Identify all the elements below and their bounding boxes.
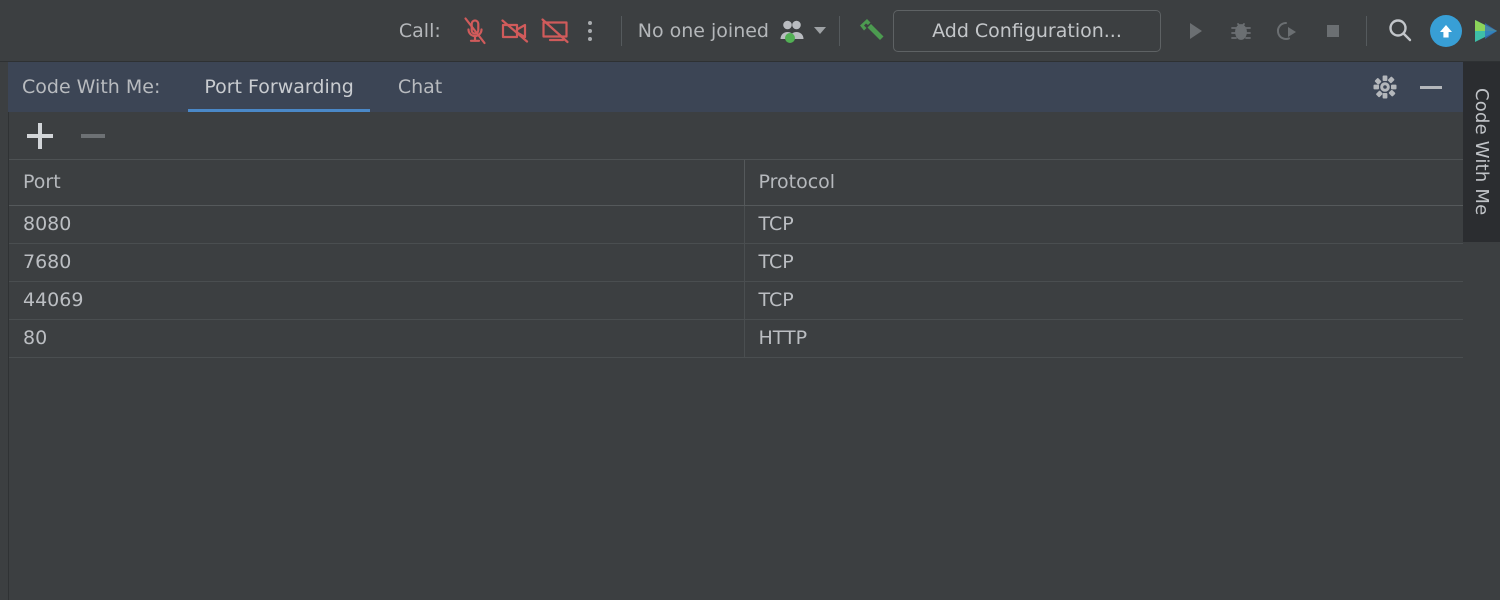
run-controls [1175, 11, 1353, 51]
table-row[interactable]: 8080 TCP [9, 205, 1463, 244]
table-header-row: Port Protocol [9, 160, 1463, 206]
cell-protocol[interactable]: TCP [744, 243, 1463, 282]
ide-logo-icon[interactable] [1468, 11, 1500, 51]
port-forwarding-panel: Port Protocol 8080 TCP 7680 TCP 44069 TC… [8, 112, 1463, 600]
tab-label: Port Forwarding [204, 76, 354, 98]
people-online-icon [780, 20, 804, 43]
dot [587, 36, 592, 41]
cell-protocol[interactable]: TCP [744, 205, 1463, 244]
table-row[interactable]: 44069 TCP [9, 281, 1463, 320]
port-forwarding-table: Port Protocol 8080 TCP 7680 TCP 44069 TC… [9, 160, 1463, 358]
sidebar-item-code-with-me[interactable]: Code With Me [1463, 62, 1500, 242]
tool-window-actions [1371, 62, 1463, 112]
minimize-icon[interactable] [1417, 73, 1445, 101]
gear-icon[interactable] [1371, 73, 1399, 101]
ide-window: Call: No one joined Add Configuration...… [0, 0, 1500, 600]
cell-port[interactable]: 8080 [9, 205, 745, 244]
debug-bug-icon[interactable] [1221, 11, 1261, 51]
minimize-glyph [1420, 85, 1442, 89]
participants-dropdown[interactable] [779, 18, 826, 44]
cell-port[interactable]: 44069 [9, 281, 745, 320]
column-header-protocol[interactable]: Protocol [744, 160, 1463, 206]
toolbar-separator [620, 15, 622, 46]
table-row[interactable]: 80 HTTP [9, 319, 1463, 358]
table-body: 8080 TCP 7680 TCP 44069 TCP 80 HTTP [9, 205, 1463, 358]
search-icon[interactable] [1380, 11, 1420, 51]
camera-off-icon[interactable] [495, 11, 535, 51]
microphone-off-icon[interactable] [455, 11, 495, 51]
header-spacer [464, 62, 1371, 112]
cell-port[interactable]: 80 [9, 319, 745, 358]
tab-label: Chat [397, 76, 443, 98]
call-label: Call: [398, 19, 441, 42]
main-toolbar: Call: No one joined Add Configuration... [0, 0, 1500, 62]
toolbar-separator [1366, 15, 1367, 46]
column-header-port[interactable]: Port [9, 160, 745, 206]
tool-window-header: Code With Me: Port Forwarding Chat [8, 62, 1463, 112]
run-play-icon[interactable] [1175, 11, 1215, 51]
tool-window-title: Code With Me: [22, 76, 161, 98]
online-status-dot [785, 32, 795, 43]
dot [587, 28, 592, 33]
remove-port-button [81, 133, 105, 138]
stop-square-icon[interactable] [1313, 11, 1353, 51]
update-arrow-up-icon[interactable] [1430, 14, 1462, 47]
right-tool-window-bar: Code With Me [1463, 62, 1500, 600]
toolbar-separator [839, 15, 840, 46]
hammer-build-icon[interactable] [853, 11, 893, 51]
cell-port[interactable]: 7680 [9, 243, 745, 282]
screen-share-off-icon[interactable] [535, 11, 575, 51]
call-participants-status: No one joined [637, 19, 769, 42]
table-row[interactable]: 7680 TCP [9, 243, 1463, 282]
add-port-button[interactable] [27, 122, 53, 149]
tab-chat[interactable]: Chat [376, 62, 464, 112]
run-with-coverage-icon[interactable] [1267, 11, 1307, 51]
more-vertical-icon[interactable] [575, 11, 605, 51]
dot [587, 20, 592, 25]
cell-protocol[interactable]: HTTP [744, 319, 1463, 358]
add-configuration-button[interactable]: Add Configuration... [893, 9, 1161, 52]
sidebar-item-label: Code With Me [1471, 88, 1492, 216]
panel-toolbar [9, 112, 1463, 160]
tab-port-forwarding[interactable]: Port Forwarding [182, 62, 376, 112]
chevron-down-icon [814, 27, 826, 34]
cell-protocol[interactable]: TCP [744, 281, 1463, 320]
